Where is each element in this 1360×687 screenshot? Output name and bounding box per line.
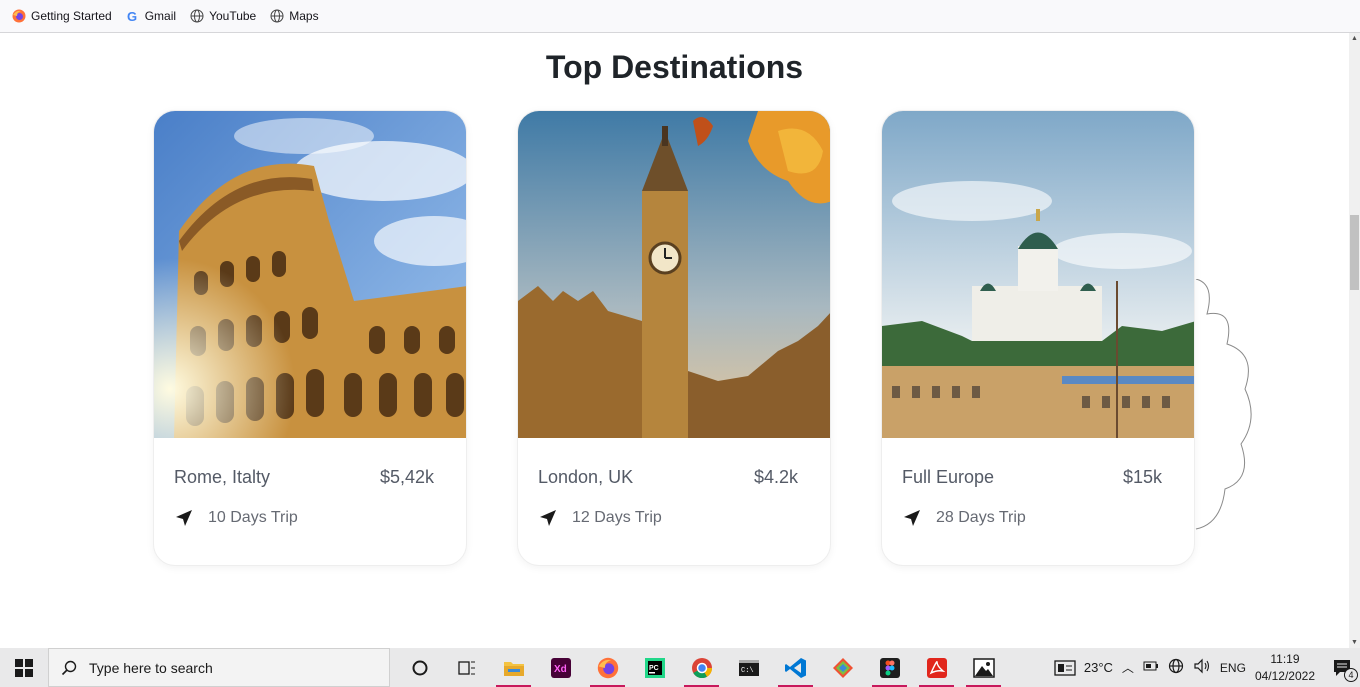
taskbar: Type here to search Xd PC C:\ 23°C ︿ ENG… <box>0 648 1360 687</box>
globe-icon <box>190 9 204 23</box>
temperature: 23°C <box>1083 660 1113 675</box>
destination-price: $4.2k <box>753 467 798 487</box>
language-indicator[interactable]: ENG <box>1220 661 1246 675</box>
svg-text:PC: PC <box>649 665 659 672</box>
destination-price: $5,42k <box>379 467 434 487</box>
scrollbar-thumb[interactable] <box>1350 215 1359 290</box>
section-title: Top Destinations <box>545 49 804 85</box>
colosseum-photo <box>154 111 466 438</box>
pycharm-icon: PC <box>644 657 665 678</box>
svg-text:G: G <box>127 9 137 23</box>
big-ben-photo <box>518 111 830 438</box>
navigation-arrow-icon <box>174 508 194 528</box>
google-icon: G <box>126 9 140 23</box>
weather-icon <box>1054 659 1076 676</box>
clock-time: 11:19 <box>1270 651 1300 666</box>
vscode-icon <box>784 657 806 678</box>
taskbar-acrobat[interactable] <box>913 648 960 687</box>
cortana-button[interactable] <box>396 648 443 687</box>
page-content: Top Destinations Rome, Italty $5,42k 10 … <box>0 33 1349 648</box>
chrome-icon <box>691 657 712 678</box>
navigation-arrow-icon <box>902 508 922 528</box>
taskbar-terminal[interactable]: C:\ <box>725 648 772 687</box>
svg-text:C:\: C:\ <box>741 667 754 675</box>
trip-duration: 28 Days Trip <box>936 509 1026 526</box>
windows-start-button[interactable] <box>0 648 48 687</box>
page-scrollbar[interactable]: ▲ ▼ <box>1349 33 1360 648</box>
firefox-icon <box>597 657 618 678</box>
task-view-icon <box>457 660 475 675</box>
destination-name: Full Europe <box>902 467 995 487</box>
destination-card-rome[interactable]: Rome, Italty $5,42k 10 Days Trip <box>153 110 467 566</box>
git-gui-icon <box>832 657 853 678</box>
firefox-icon <box>12 9 26 23</box>
destination-name: Rome, Italty <box>174 467 271 487</box>
notification-center-button[interactable]: 4 <box>1332 658 1358 682</box>
svg-text:Xd: Xd <box>554 664 567 675</box>
bookmark-label: Maps <box>289 9 319 23</box>
globe-icon <box>270 9 284 23</box>
bookmark-label: Gmail <box>144 9 177 23</box>
bookmark-getting-started[interactable]: Getting Started <box>12 9 112 23</box>
windows-icon <box>15 658 33 677</box>
trip-duration: 10 Days Trip <box>208 509 298 526</box>
clock-date: 04/12/2022 <box>1254 668 1315 683</box>
taskbar-vscode[interactable] <box>772 648 819 687</box>
cortana-icon <box>412 660 427 675</box>
chevron-up-icon[interactable]: ︿ <box>1122 659 1134 676</box>
photos-icon <box>972 657 995 678</box>
folder-icon <box>503 661 524 676</box>
trip-duration: 12 Days Trip <box>572 509 662 526</box>
figma-icon <box>879 657 900 678</box>
destination-card-london[interactable]: London, UK $4.2k 12 Days Trip <box>517 110 831 566</box>
taskbar-firefox[interactable] <box>584 648 631 687</box>
destination-card-europe[interactable]: Full Europe $15k 28 Days Trip <box>881 110 1195 566</box>
adobe-xd-icon: Xd <box>550 657 571 678</box>
taskbar-file-explorer[interactable] <box>490 648 537 687</box>
volume-icon[interactable] <box>1193 658 1211 677</box>
weather-widget[interactable]: 23°C <box>1054 659 1113 676</box>
system-clock[interactable]: 11:19 04/12/2022 <box>1255 651 1315 685</box>
taskbar-search-box[interactable]: Type here to search <box>48 648 390 687</box>
bookmark-youtube[interactable]: YouTube <box>190 9 256 23</box>
taskbar-photos[interactable] <box>960 648 1007 687</box>
notification-count: 4 <box>1344 667 1358 682</box>
helsinki-cathedral-photo <box>882 111 1194 438</box>
taskbar-git[interactable] <box>819 648 866 687</box>
cloud-decoration <box>1195 279 1252 530</box>
acrobat-icon <box>926 657 947 678</box>
taskbar-adobe-xd[interactable]: Xd <box>537 648 584 687</box>
taskbar-chrome[interactable] <box>678 648 725 687</box>
search-icon <box>61 660 77 675</box>
taskbar-figma[interactable] <box>866 648 913 687</box>
bookmark-maps[interactable]: Maps <box>270 9 319 23</box>
terminal-icon: C:\ <box>738 659 759 676</box>
battery-icon[interactable] <box>1143 660 1159 675</box>
taskbar-pycharm[interactable]: PC <box>631 648 678 687</box>
task-view-button[interactable] <box>443 648 490 687</box>
system-tray: 23°C ︿ ENG 11:19 04/12/2022 4 <box>1054 648 1360 687</box>
bookmark-label: Getting Started <box>31 9 112 23</box>
bookmark-label: YouTube <box>209 9 257 23</box>
search-placeholder: Type here to search <box>89 659 213 676</box>
navigation-arrow-icon <box>538 508 558 528</box>
destination-name: London, UK <box>538 467 634 487</box>
destination-price: $15k <box>1122 467 1162 487</box>
network-globe-icon[interactable] <box>1168 658 1184 677</box>
bookmark-gmail[interactable]: G Gmail <box>126 9 176 23</box>
scroll-up-icon[interactable]: ▲ <box>1349 33 1360 44</box>
bookmarks-toolbar: Getting Started G Gmail YouTube Maps <box>0 0 1360 33</box>
scroll-down-icon[interactable]: ▼ <box>1349 637 1360 648</box>
